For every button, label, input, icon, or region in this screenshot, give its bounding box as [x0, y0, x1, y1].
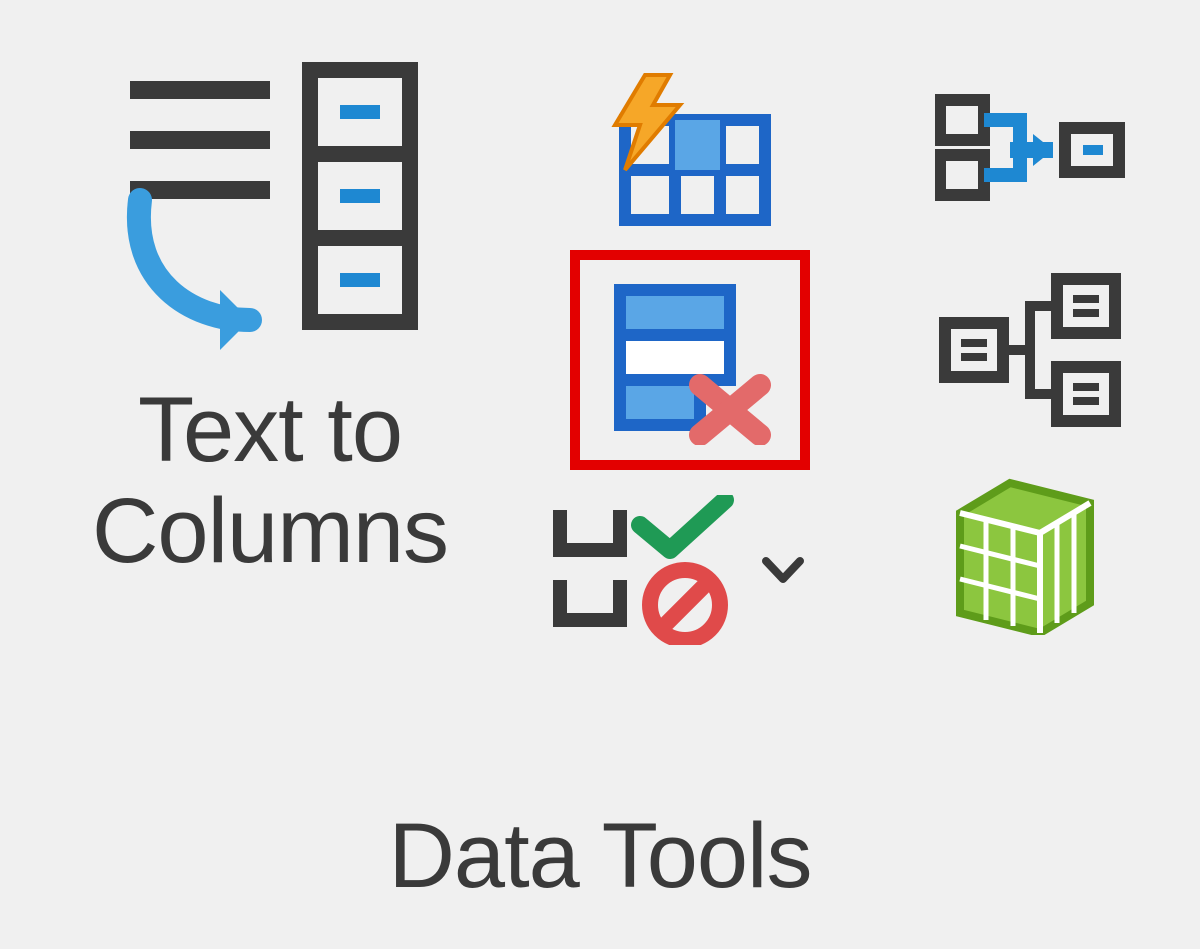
ribbon-group-data-tools: Text to Columns	[0, 0, 1200, 949]
manage-data-model-button[interactable]	[910, 450, 1150, 650]
text-to-columns-icon	[100, 50, 440, 350]
data-validation-icon	[550, 495, 740, 645]
text-to-columns-label: Text to Columns	[92, 380, 448, 582]
data-validation-button[interactable]	[550, 470, 850, 670]
ribbon-column-1	[530, 50, 850, 670]
consolidate-button[interactable]	[910, 50, 1150, 250]
remove-duplicates-icon	[605, 275, 775, 445]
ribbon-group-title: Data Tools	[0, 804, 1200, 909]
ribbon-group-body: Text to Columns	[40, 50, 1160, 670]
text-to-columns-button[interactable]: Text to Columns	[40, 50, 500, 582]
relationships-icon	[935, 265, 1125, 435]
remove-duplicates-button[interactable]	[570, 250, 810, 470]
manage-data-model-icon	[945, 465, 1115, 635]
ribbon-column-2	[910, 50, 1150, 650]
chevron-down-icon[interactable]	[760, 547, 806, 593]
flash-fill-button[interactable]	[570, 50, 810, 250]
relationships-button[interactable]	[910, 250, 1150, 450]
consolidate-icon	[935, 90, 1125, 210]
flash-fill-icon	[605, 70, 775, 230]
